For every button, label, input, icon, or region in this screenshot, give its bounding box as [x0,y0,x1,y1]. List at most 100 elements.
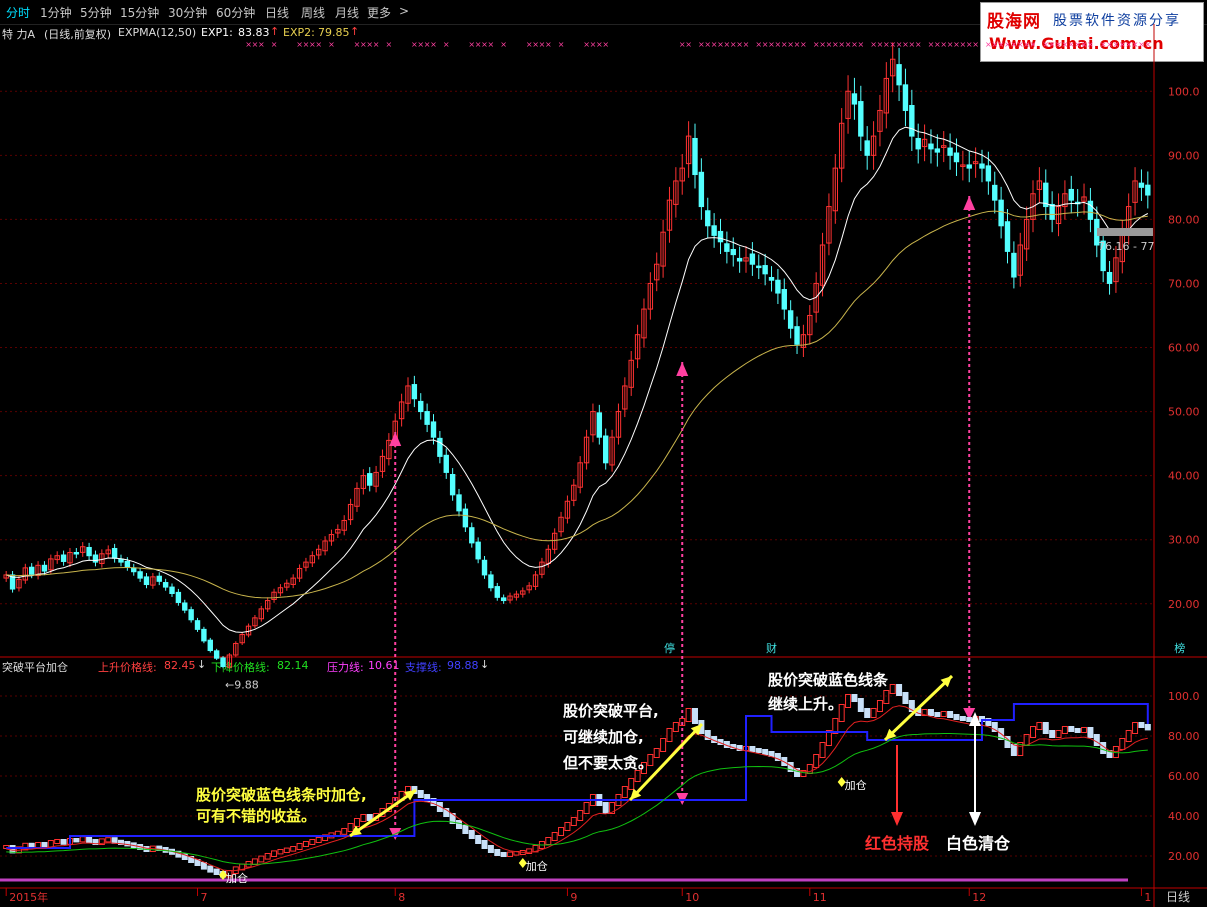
annotation-line: 股价突破平台, [563,702,659,720]
sub-bar [54,839,61,844]
signal-x: × [558,40,565,49]
signal-x: × [443,40,450,49]
candle-body [998,199,1004,227]
signal-x: × [972,40,979,49]
candle-body [424,411,430,425]
annotation-breakout-add: 股价突破蓝色线条时加仓, 可有不错的收益。 [196,785,367,827]
candle-body [717,230,724,243]
month-label: 9 [570,891,577,904]
main-y-tick-label: 100.0 [1168,85,1200,98]
month-label: 8 [398,891,405,904]
candle-body [985,165,992,182]
annotation-white-clear: 白色清仓 [946,834,1011,853]
candle-body [1004,221,1011,252]
candle-body [851,93,858,105]
candle-body [1138,182,1145,188]
signal-x: × [743,40,750,49]
sub-y-tick-label: 80.00 [1168,730,1200,743]
sub-bar [959,716,966,721]
sub-bar [1119,738,1126,750]
candle-body [768,276,775,281]
signal-x: × [1030,40,1037,49]
sub-bar [417,790,424,798]
candle-body [698,171,705,208]
sub-bar [621,786,628,798]
sub-bar [1081,727,1088,733]
candle-body [437,437,443,457]
candle-body [156,575,162,582]
signal-label: 加仓 [845,778,867,792]
sub-bar [73,838,80,843]
candle-body [736,257,743,262]
sub-bar [685,708,692,722]
sub-bar [1093,734,1100,746]
annotation-line: 可继续加仓, [563,728,644,746]
sub-bar [296,843,303,850]
sub-bar [749,746,756,752]
main-y-tick-label: 40.00 [1168,470,1200,483]
sub-bar [500,852,507,857]
period-label: 日线 [1166,890,1190,904]
sub-bar [813,754,820,768]
month-label: 7 [201,891,208,904]
candle-body [220,657,226,668]
sub-bar [207,865,214,873]
breakout-up-arrow-icon [963,196,976,210]
signal-label: 加仓 [226,871,248,885]
sub-bar [309,839,316,845]
sub-bar [1010,744,1017,756]
sub-bar [755,748,762,753]
signal-x: × [1144,40,1151,49]
annotation-continue-rise: 股价突破蓝色线条 继续上升。 [768,668,888,716]
candle-body [131,567,137,573]
sub-bar [762,749,769,755]
signal-x: × [545,40,552,49]
signal-x: × [500,40,507,49]
sub-y-tick-label: 60.00 [1168,770,1200,783]
candle-body [762,265,768,275]
main-y-tick-label: 60.00 [1168,342,1200,355]
breakout-up-arrow-icon [389,432,402,446]
sub-bar [551,832,558,841]
month-label: 12 [972,891,986,904]
candle-body [730,248,736,256]
sub-bar [487,845,494,853]
candle-body [137,571,143,579]
candle-body [992,184,998,201]
annotation-line: 但不要太贪。 [563,754,654,772]
sub-bar [564,822,571,831]
candle-body [902,84,909,111]
main-y-tick-label: 30.00 [1168,534,1200,547]
sub-bar [902,692,909,704]
sub-bar [691,708,698,724]
sub-bar [953,714,960,720]
candle-body [1049,203,1055,220]
price-tag-bar [1097,228,1153,236]
candle-body [500,597,507,602]
sub-bar [768,751,775,757]
candle-body [775,279,781,294]
main-y-tick-label: 20.00 [1168,598,1200,611]
candle-body [73,552,80,555]
sub-bar [570,817,577,826]
month-label: 2015年 [9,890,48,904]
candle-body [481,559,488,576]
month-label: 10 [685,891,699,904]
candle-body [724,243,730,252]
candle-body [494,586,500,598]
candle-body [705,210,711,227]
candle-body [781,289,787,310]
main-y-tick-label: 90.00 [1168,149,1200,162]
sub-bar [277,849,284,855]
sub-bar [468,830,475,839]
candles [3,42,1151,669]
event-marker: 财 [766,641,777,655]
sub-bar [1138,722,1145,728]
sub-bar [481,840,488,849]
candle-body [787,310,794,329]
sub-y-tick-label: 20.00 [1168,850,1200,863]
sub-bar [290,846,297,852]
candle-body [909,104,915,137]
sub-bar [927,709,934,716]
sub-bar [200,862,207,870]
